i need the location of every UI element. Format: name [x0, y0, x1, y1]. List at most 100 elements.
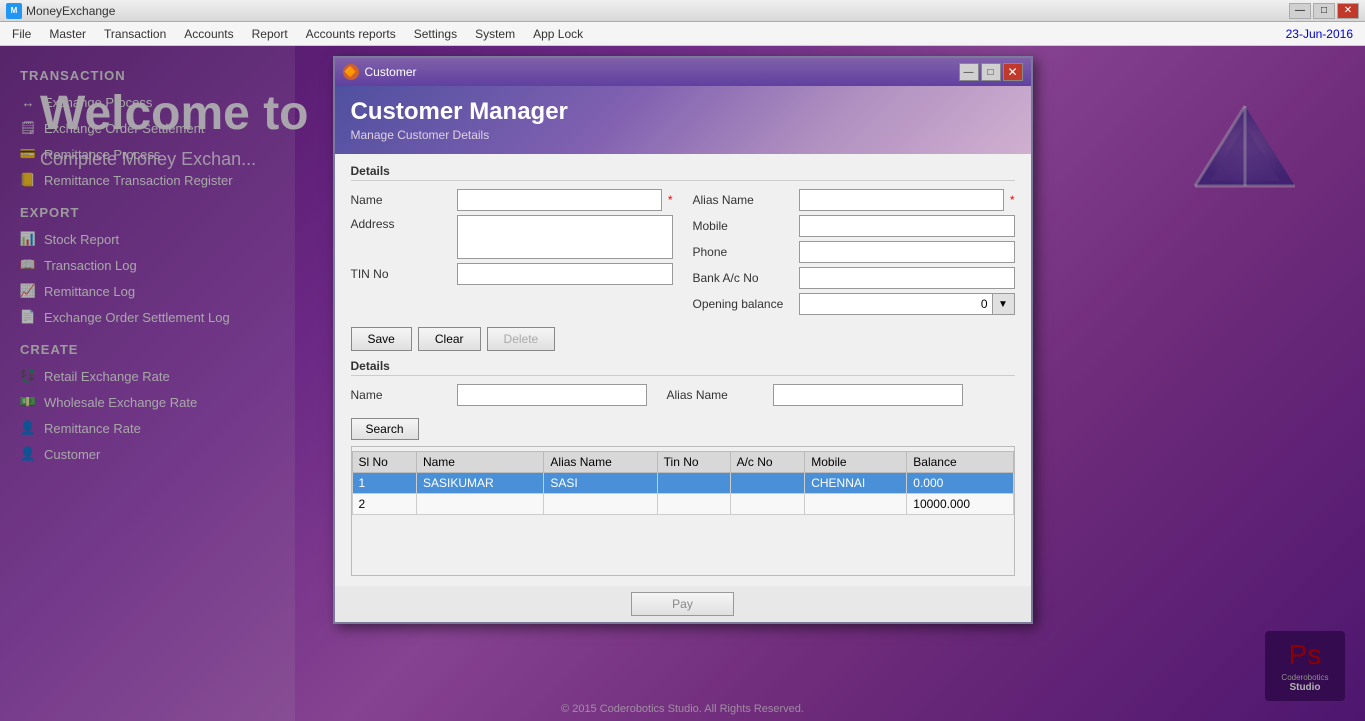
pay-button[interactable]: Pay	[631, 592, 734, 616]
mobile-row: Mobile	[693, 215, 1015, 237]
phone-input[interactable]	[799, 241, 1015, 263]
search-alias-row: Alias Name	[667, 384, 963, 406]
maximize-button[interactable]: □	[1313, 3, 1335, 19]
search-details-label: Details	[351, 359, 1015, 376]
name-label: Name	[351, 193, 451, 207]
dialog-minimize-button[interactable]: —	[959, 63, 979, 81]
name-required: *	[668, 193, 673, 207]
menu-master[interactable]: Master	[41, 25, 94, 43]
search-alias-label: Alias Name	[667, 388, 767, 402]
table-row[interactable]: 1 SASIKUMAR SASI CHENNAI 0.000	[352, 473, 1013, 494]
table-row[interactable]: 2 10000.000	[352, 494, 1013, 515]
dialog-close-button[interactable]: ✕	[1003, 63, 1023, 81]
bank-ac-input[interactable]	[799, 267, 1015, 289]
customer-table: Sl No Name Alias Name Tin No A/c No Mobi…	[352, 451, 1014, 515]
opening-balance-label: Opening balance	[693, 297, 793, 311]
search-section: Details Name Alias Name Search	[351, 359, 1015, 440]
cell-sl: 1	[352, 473, 416, 494]
modal-overlay: 🔶 Customer — □ ✕ Customer Manager Manage…	[0, 46, 1365, 721]
col-balance: Balance	[907, 452, 1013, 473]
form-columns: Name * Address TIN No	[351, 189, 1015, 319]
tin-input[interactable]	[457, 263, 673, 285]
menu-app-lock[interactable]: App Lock	[525, 25, 591, 43]
alias-required: *	[1010, 193, 1015, 207]
col-alias-name: Alias Name	[544, 452, 657, 473]
close-button[interactable]: ✕	[1337, 3, 1359, 19]
menu-accounts-reports[interactable]: Accounts reports	[298, 25, 404, 43]
main-area: Welcome to Complete Money Exchan... TRAN…	[0, 46, 1365, 721]
dialog-title-left: 🔶 Customer	[343, 64, 417, 80]
menu-date: 23-Jun-2016	[1286, 27, 1361, 41]
opening-balance-input[interactable]	[799, 293, 993, 315]
menu-report[interactable]: Report	[244, 25, 296, 43]
search-button[interactable]: Search	[351, 418, 419, 440]
dialog-body: Details Name * Address	[335, 154, 1031, 586]
opening-balance-wrap: ▼	[799, 293, 1015, 315]
dialog-header: Customer Manager Manage Customer Details	[335, 86, 1031, 154]
dialog-title-bar: 🔶 Customer — □ ✕	[335, 58, 1031, 86]
col-sl-no: Sl No	[352, 452, 416, 473]
cell-balance: 10000.000	[907, 494, 1013, 515]
menu-file[interactable]: File	[4, 25, 39, 43]
cell-alias	[544, 494, 657, 515]
search-row: Name Alias Name	[351, 384, 1015, 412]
table-header: Sl No Name Alias Name Tin No A/c No Mobi…	[352, 452, 1013, 473]
address-input[interactable]	[457, 215, 673, 259]
table-container: Sl No Name Alias Name Tin No A/c No Mobi…	[351, 446, 1015, 576]
address-row: Address	[351, 215, 673, 259]
col-mobile: Mobile	[805, 452, 907, 473]
form-actions: Save Clear Delete	[351, 327, 1015, 351]
name-row: Name *	[351, 189, 673, 211]
bank-ac-row: Bank A/c No	[693, 267, 1015, 289]
cell-ac	[730, 494, 805, 515]
dialog-icon: 🔶	[343, 64, 359, 80]
details-section-label: Details	[351, 164, 1015, 181]
delete-button[interactable]: Delete	[487, 327, 556, 351]
address-label: Address	[351, 215, 451, 231]
menu-accounts[interactable]: Accounts	[176, 25, 241, 43]
opening-balance-row: Opening balance ▼	[693, 293, 1015, 315]
tin-row: TIN No	[351, 263, 673, 285]
form-left-column: Name * Address TIN No	[351, 189, 673, 319]
alias-name-row: Alias Name *	[693, 189, 1015, 211]
menu-transaction[interactable]: Transaction	[96, 25, 174, 43]
dialog-header-title: Customer Manager	[351, 98, 1015, 126]
dialog-header-subtitle: Manage Customer Details	[351, 128, 1015, 142]
tin-label: TIN No	[351, 267, 451, 281]
app-icon: M	[6, 3, 22, 19]
cell-balance: 0.000	[907, 473, 1013, 494]
menu-bar: File Master Transaction Accounts Report …	[0, 22, 1365, 46]
customer-manager-dialog: 🔶 Customer — □ ✕ Customer Manager Manage…	[333, 56, 1033, 624]
menu-system[interactable]: System	[467, 25, 523, 43]
col-name: Name	[416, 452, 543, 473]
dialog-maximize-button[interactable]: □	[981, 63, 1001, 81]
cell-name	[416, 494, 543, 515]
title-bar-controls: — □ ✕	[1289, 3, 1359, 19]
cell-sl: 2	[352, 494, 416, 515]
alias-name-label: Alias Name	[693, 193, 793, 207]
mobile-input[interactable]	[799, 215, 1015, 237]
cell-mobile: CHENNAI	[805, 473, 907, 494]
minimize-button[interactable]: —	[1289, 3, 1311, 19]
cell-tin	[657, 494, 730, 515]
mobile-label: Mobile	[693, 219, 793, 233]
col-tin-no: Tin No	[657, 452, 730, 473]
cell-name: SASIKUMAR	[416, 473, 543, 494]
bank-ac-label: Bank A/c No	[693, 271, 793, 285]
title-bar-left: M MoneyExchange	[6, 3, 115, 19]
name-input[interactable]	[457, 189, 662, 211]
clear-button[interactable]: Clear	[418, 327, 481, 351]
menu-settings[interactable]: Settings	[406, 25, 465, 43]
alias-name-input[interactable]	[799, 189, 1004, 211]
col-ac-no: A/c No	[730, 452, 805, 473]
search-name-input[interactable]	[457, 384, 647, 406]
opening-balance-dropdown[interactable]: ▼	[993, 293, 1015, 315]
cell-alias: SASI	[544, 473, 657, 494]
search-alias-input[interactable]	[773, 384, 963, 406]
save-button[interactable]: Save	[351, 327, 412, 351]
search-name-row: Name	[351, 384, 647, 406]
table-body: 1 SASIKUMAR SASI CHENNAI 0.000 2	[352, 473, 1013, 515]
phone-label: Phone	[693, 245, 793, 259]
table-header-row: Sl No Name Alias Name Tin No A/c No Mobi…	[352, 452, 1013, 473]
title-bar: M MoneyExchange — □ ✕	[0, 0, 1365, 22]
